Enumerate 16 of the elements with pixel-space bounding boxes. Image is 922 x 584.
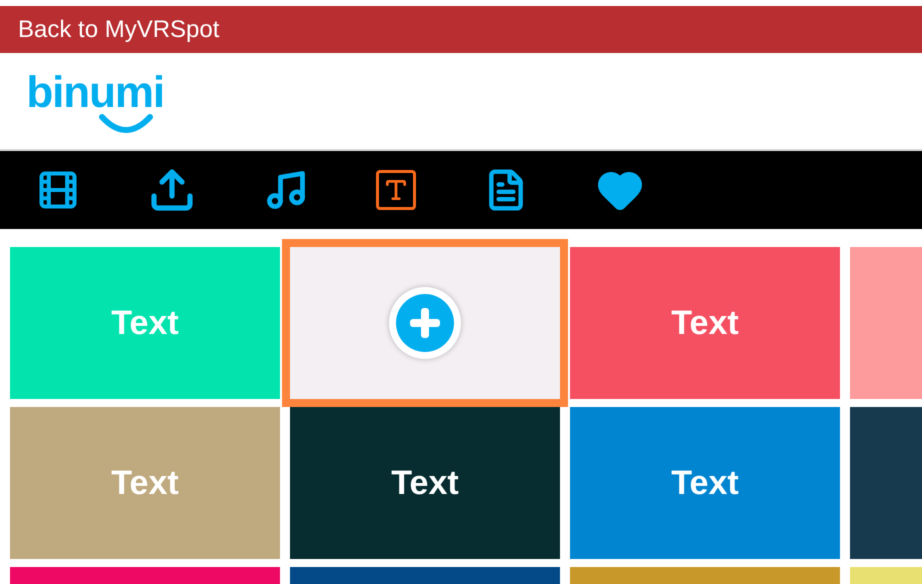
tile-label: Text	[391, 462, 459, 504]
back-link[interactable]: Back to MyVRSpot	[18, 12, 220, 48]
logo-text: binumi	[26, 69, 164, 117]
tile-label: Text	[111, 302, 179, 344]
music-note-icon[interactable]	[264, 168, 308, 212]
text-icon[interactable]	[376, 170, 416, 210]
smile-icon	[98, 113, 154, 133]
tile-label: Text	[671, 302, 739, 344]
tile-label: Text	[671, 462, 739, 504]
text-style-tile[interactable]: Text	[570, 247, 840, 399]
text-style-tile[interactable]: Text	[290, 407, 560, 559]
text-style-tile[interactable]: Text	[10, 407, 280, 559]
text-style-tile[interactable]: Text	[570, 407, 840, 559]
tile-label: Text	[111, 462, 179, 504]
add-icon[interactable]	[389, 287, 461, 359]
add-tile[interactable]	[290, 247, 560, 399]
